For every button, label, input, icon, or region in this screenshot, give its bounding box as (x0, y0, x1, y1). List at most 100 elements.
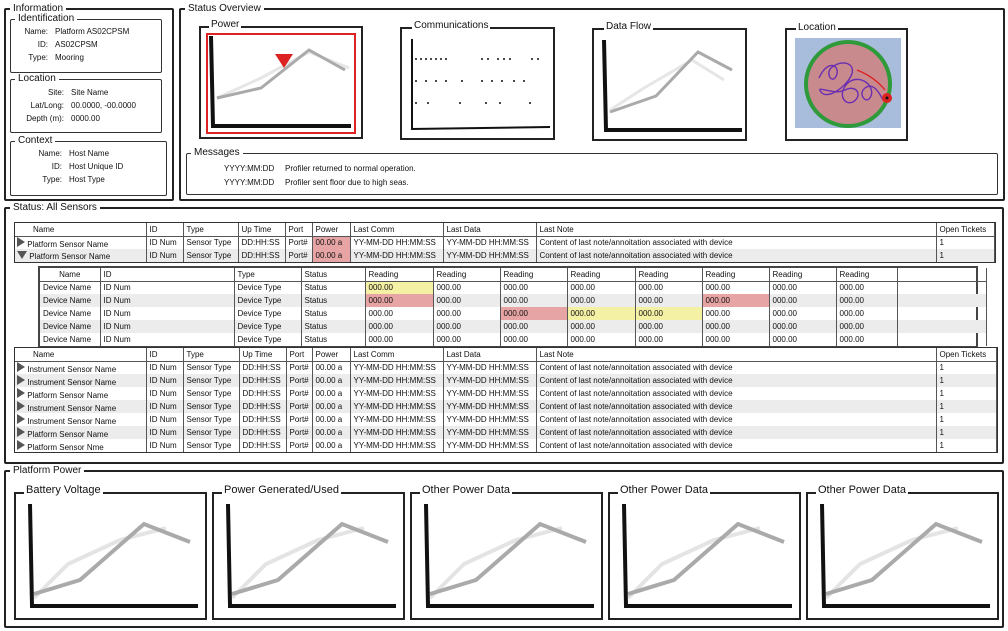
col-open-tickets[interactable]: Open Tickets (936, 348, 997, 362)
battery-voltage-chart[interactable] (14, 492, 207, 620)
sensor-type: Sensor Type (183, 439, 240, 452)
sensor-open-tickets[interactable]: 1 (936, 249, 995, 262)
sensor-last-comm: YY-MM-DD HH:MM:SS (350, 249, 444, 262)
device-status: Status (301, 294, 366, 307)
device-reading: 000.00 (433, 281, 501, 294)
dev-col-status[interactable]: Status (301, 268, 366, 282)
sensor-name: Instrument Sensor Name (27, 403, 117, 413)
dev-col-reading[interactable]: Reading (635, 268, 703, 282)
col-id[interactable]: ID (146, 223, 184, 237)
site-label: Site: (47, 88, 64, 97)
dev-col-reading[interactable]: Reading (500, 268, 568, 282)
table-row[interactable]: Device Name ID Num Device Type Status 00… (40, 333, 987, 346)
device-status: Status (301, 281, 366, 294)
sensor-last-data: YY-MM-DD HH:MM:SS (443, 439, 537, 452)
expand-arrow-icon[interactable] (17, 400, 25, 411)
device-reading: 000.00 (500, 307, 568, 320)
col-uptime[interactable]: Up Time (238, 223, 286, 237)
device-reading: 000.00 (433, 320, 501, 333)
sensor-last-data: YY-MM-DD HH:MM:SS (443, 413, 537, 426)
col-last-comm[interactable]: Last Comm (350, 223, 444, 237)
sensor-name: Instrument Sensor Name (27, 416, 117, 426)
col-name[interactable]: Name (15, 223, 147, 237)
dev-col-id[interactable]: ID (100, 268, 235, 282)
device-type: Device Type (234, 333, 302, 346)
col-type[interactable]: Type (183, 223, 239, 237)
dataflow-chart[interactable] (592, 28, 747, 141)
device-reading: 000.00 (635, 333, 703, 346)
table-row[interactable]: Platform Sensor Name ID Num Sensor Type … (15, 426, 997, 439)
table-row[interactable]: Platform Sensor Nme ID Num Sensor Type D… (15, 439, 997, 452)
map-watch-circle (804, 40, 892, 128)
col-name[interactable]: Name (15, 348, 147, 362)
col-port[interactable]: Port (285, 223, 313, 237)
expand-arrow-icon[interactable] (17, 439, 25, 450)
device-reading: 000.00 (433, 294, 501, 307)
expand-arrow-icon[interactable] (17, 374, 25, 385)
sensor-open-tickets[interactable]: 1 (936, 439, 997, 452)
dev-col-reading[interactable]: Reading (702, 268, 770, 282)
location-map[interactable] (785, 28, 908, 141)
chart-axes (820, 503, 990, 608)
dev-col-reading[interactable]: Reading (365, 268, 434, 282)
other-power-data-chart-1[interactable] (410, 492, 603, 620)
message-text-2[interactable]: Profiler sent floor due to high seas. (285, 178, 409, 187)
table-row[interactable]: Device Name ID Num Device Type Status 00… (40, 294, 987, 307)
col-power[interactable]: Power (312, 223, 351, 237)
col-last-comm[interactable]: Last Comm (350, 348, 444, 362)
col-id[interactable]: ID (146, 348, 184, 362)
table-row[interactable]: Instrument Sensor Name ID Num Sensor Typ… (15, 361, 997, 374)
sensor-open-tickets[interactable]: 1 (936, 413, 997, 426)
sensor-port: Port# (286, 374, 313, 387)
dev-col-reading[interactable]: Reading (769, 268, 837, 282)
dev-col-reading[interactable]: Reading (433, 268, 501, 282)
dev-col-type[interactable]: Type (234, 268, 302, 282)
col-last-note[interactable]: Last Note (536, 223, 937, 237)
col-uptime[interactable]: Up Time (239, 348, 287, 362)
expand-arrow-icon[interactable] (17, 387, 25, 398)
col-port[interactable]: Port (286, 348, 313, 362)
type-label: Type: (28, 53, 48, 62)
sensor-open-tickets[interactable]: 1 (936, 236, 995, 249)
sensor-open-tickets[interactable]: 1 (936, 426, 997, 439)
table-row[interactable]: Instrument Sensor Name ID Num Sensor Typ… (15, 400, 997, 413)
power-axes (209, 35, 351, 128)
table-row[interactable]: Instrument Sensor Name ID Num Sensor Typ… (15, 413, 997, 426)
sensor-open-tickets[interactable]: 1 (936, 374, 997, 387)
dev-col-reading[interactable]: Reading (836, 268, 898, 282)
device-reading: 000.00 (702, 294, 770, 307)
table-row[interactable]: Instrument Sensor Name ID Num Sensor Typ… (15, 374, 997, 387)
device-reading: 000.00 (365, 333, 434, 346)
table-row[interactable]: Device Name ID Num Device Type Status 00… (40, 281, 987, 294)
expand-arrow-icon[interactable] (17, 361, 25, 372)
other-power-data-chart-3[interactable] (806, 492, 999, 620)
expand-arrow-icon[interactable] (17, 236, 25, 247)
table-row[interactable]: Platform Sensor Name ID Num Sensor Type … (15, 236, 995, 249)
table-row[interactable]: Device Name ID Num Device Type Status 00… (40, 307, 987, 320)
dev-col-name[interactable]: Name (40, 268, 101, 282)
dev-col-reading[interactable]: Reading (567, 268, 636, 282)
col-power[interactable]: Power (312, 348, 351, 362)
col-open-tickets[interactable]: Open Tickets (936, 223, 995, 237)
sensor-port: Port# (286, 361, 313, 374)
communications-chart[interactable] (400, 27, 555, 140)
sensor-open-tickets[interactable]: 1 (936, 361, 997, 374)
expand-arrow-icon[interactable] (17, 426, 25, 437)
sensor-open-tickets[interactable]: 1 (936, 400, 997, 413)
other-power-data-chart-2[interactable] (608, 492, 801, 620)
sensor-open-tickets[interactable]: 1 (936, 387, 997, 400)
message-text-1[interactable]: Profiler returned to normal operation. (285, 164, 416, 173)
series-dark (231, 521, 389, 596)
col-type[interactable]: Type (183, 348, 240, 362)
collapse-arrow-icon[interactable] (17, 250, 27, 259)
power-chart[interactable] (199, 26, 363, 139)
table-row[interactable]: Device Name ID Num Device Type Status 00… (40, 320, 987, 333)
col-last-data[interactable]: Last Data (443, 223, 537, 237)
table-row[interactable]: Platform Sensor Name ID Num Sensor Type … (15, 249, 995, 262)
col-last-data[interactable]: Last Data (443, 348, 537, 362)
table-row[interactable]: Platform Sensor Name ID Num Sensor Type … (15, 387, 997, 400)
power-generated-used-chart[interactable] (212, 492, 405, 620)
col-last-note[interactable]: Last Note (536, 348, 937, 362)
device-reading: 000.00 (567, 281, 636, 294)
expand-arrow-icon[interactable] (17, 413, 25, 424)
